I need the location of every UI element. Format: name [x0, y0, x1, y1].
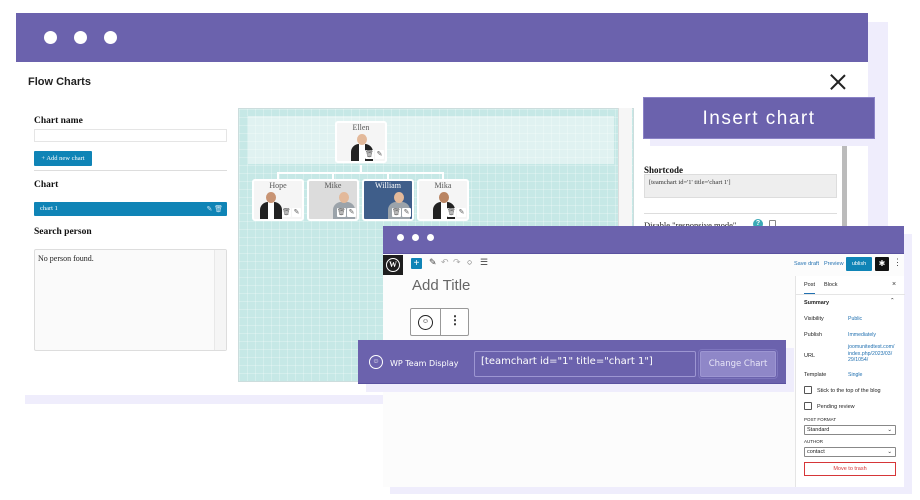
trash-icon[interactable]: 🗑 [447, 208, 456, 217]
window-dot-icon [74, 31, 87, 44]
window-dot-icon [427, 234, 434, 241]
no-results-text: No person found. [38, 254, 94, 263]
author-value: contact [807, 449, 825, 455]
sticky-label: Stick to the top of the blog [817, 388, 881, 394]
pending-review-label: Pending review [817, 404, 855, 410]
window-dot-icon [412, 234, 419, 241]
list-view-icon[interactable]: ☰ [480, 257, 488, 268]
preview-link[interactable]: Preview [824, 261, 844, 267]
person-photo [260, 187, 282, 219]
more-options-icon[interactable]: ⋮ [893, 257, 902, 268]
dialog-title: Flow Charts [28, 76, 91, 88]
tab-post[interactable]: Post [804, 282, 816, 294]
pencil-icon[interactable]: ✎ [347, 208, 356, 217]
url-label: URL [804, 353, 816, 359]
pencil-icon[interactable]: ✎ [429, 257, 437, 268]
window-dot-icon [104, 31, 117, 44]
insert-chart-banner: Insert chart [643, 97, 875, 139]
shortcode-input[interactable]: [teamchart id="1" title="chart 1"] [474, 351, 696, 377]
chart-name-label: Chart name [34, 116, 83, 126]
undo-icon[interactable]: ↶ [441, 257, 449, 268]
add-new-chart-button[interactable]: + Add new chart [34, 151, 92, 166]
trash-icon[interactable]: 🗑 [392, 208, 401, 217]
trash-icon[interactable]: 🗑 [214, 205, 223, 213]
divider [796, 294, 905, 295]
add-block-button[interactable]: + [411, 258, 422, 269]
author-label: AUTHOR [804, 439, 823, 444]
divider [644, 213, 837, 214]
org-node-child[interactable]: Hope 🗑 ✎ [252, 179, 304, 221]
scrollbar[interactable] [214, 250, 226, 350]
info-icon[interactable]: ○ [467, 257, 472, 267]
author-select[interactable]: contact ⌄ [804, 447, 896, 457]
org-node-child[interactable]: Mike 🗑 ✎ [307, 179, 359, 221]
team-display-icon: ☺ [369, 355, 383, 369]
close-icon[interactable]: × [892, 281, 896, 288]
chevron-down-icon: ⌄ [887, 427, 892, 433]
publish-button[interactable]: ublish [846, 257, 872, 271]
wp-team-display-block: ☺ WP Team Display [teamchart id="1" titl… [358, 340, 786, 384]
visibility-value[interactable]: Public [848, 316, 862, 323]
url-value[interactable]: joomunitedtest.com/ index.php/2023/03/ 2… [848, 344, 903, 364]
post-format-value: Standard [807, 427, 830, 433]
block-toolbar: ☺ ⋮ [410, 308, 469, 336]
pencil-icon[interactable]: ✎ [457, 208, 466, 217]
template-label: Template [804, 372, 827, 378]
close-x-icon[interactable] [829, 73, 847, 91]
post-format-label: POST FORMAT [804, 417, 837, 422]
pencil-icon[interactable]: ✎ [206, 205, 212, 213]
publish-value[interactable]: Immediately [848, 332, 876, 339]
redo-icon[interactable]: ↷ [453, 257, 461, 268]
window-title-bar [383, 226, 904, 254]
shortcode-textarea[interactable]: [teamchart id='1' title='chart 1'] [644, 174, 837, 198]
move-to-trash-button[interactable]: Move to trash [804, 462, 896, 476]
visibility-label: Visibility [804, 316, 824, 322]
template-value[interactable]: Single [848, 372, 862, 379]
pencil-icon[interactable]: ✎ [375, 150, 384, 159]
divider [440, 309, 441, 335]
divider [34, 170, 227, 171]
editor-sidebar: Post Block × Summary ⌃ Visibility Public… [795, 276, 905, 487]
chart-item-name: chart 1 [40, 205, 58, 212]
change-chart-button[interactable]: Change Chart [698, 349, 778, 379]
publish-label: Publish [804, 332, 823, 338]
pencil-icon[interactable]: ✎ [292, 208, 301, 217]
window-title-bar [16, 13, 868, 62]
chart-name-input[interactable] [34, 129, 227, 142]
block-label: WP Team Display [390, 359, 459, 368]
post-format-select[interactable]: Standard ⌄ [804, 425, 896, 435]
chevron-up-icon[interactable]: ⌃ [890, 298, 895, 304]
trash-icon[interactable]: 🗑 [365, 150, 374, 159]
tab-block[interactable]: Block [824, 282, 837, 288]
connector-line [277, 172, 443, 174]
window-dot-icon [44, 31, 57, 44]
trash-icon[interactable]: 🗑 [337, 208, 346, 217]
window-dot-icon [397, 234, 404, 241]
pencil-icon[interactable]: ✎ [402, 208, 411, 217]
save-draft-link[interactable]: Save draft [794, 261, 819, 267]
search-results-box[interactable]: No person found. [34, 249, 227, 351]
chart-section-label: Chart [34, 180, 59, 190]
team-display-block-icon[interactable]: ☺ [418, 315, 433, 330]
root-row-band [248, 116, 614, 164]
block-options-icon[interactable]: ⋮ [449, 313, 461, 327]
org-node-child[interactable]: Mika 🗑 ✎ [417, 179, 469, 221]
search-person-label: Search person [34, 227, 92, 237]
pending-review-checkbox[interactable] [804, 402, 812, 410]
wordpress-icon: W [386, 258, 400, 272]
chart-list-item[interactable]: chart 1 ✎ 🗑 [34, 202, 227, 216]
org-node-child[interactable]: William 🗑 ✎ [362, 179, 414, 221]
settings-gear-icon[interactable]: ✱ [875, 257, 889, 271]
chevron-down-icon: ⌄ [887, 449, 892, 455]
wordpress-logo[interactable]: W [383, 255, 403, 275]
sticky-checkbox[interactable] [804, 386, 812, 394]
org-node-root[interactable]: Ellen 🗑 ✎ [335, 121, 387, 163]
summary-heading[interactable]: Summary [804, 300, 829, 306]
post-title-input[interactable]: Add Title [412, 277, 470, 294]
trash-icon[interactable]: 🗑 [282, 208, 291, 217]
